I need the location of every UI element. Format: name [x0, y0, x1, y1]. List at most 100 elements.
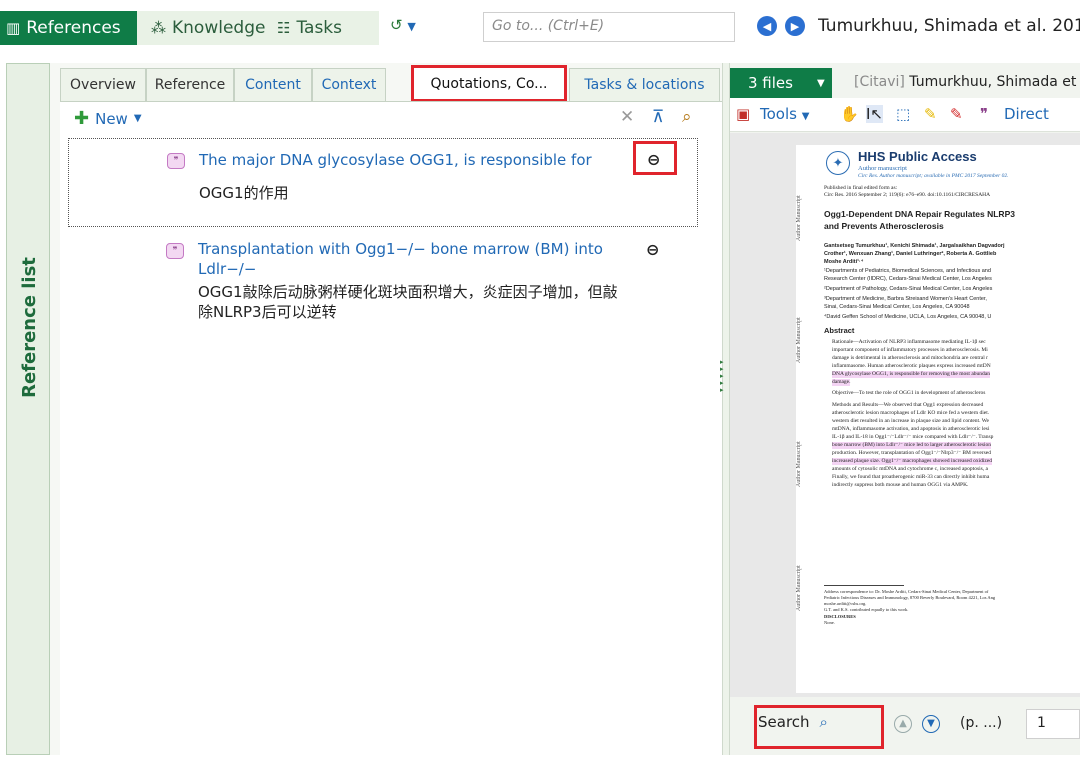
pdf-affiliation: Research Center (IIDRC), Cedars-Sinai Me… — [824, 276, 992, 282]
tools-label: Tools — [760, 105, 797, 123]
quotation-title-line1: Transplantation with Ogg1−/− bone marrow… — [198, 240, 603, 258]
pdf-title: Ogg1-Dependent DNA Repair Regulates NLRP… — [824, 209, 1015, 219]
pdf-affiliation: ³Department of Medicine, Barbra Streisan… — [824, 296, 987, 302]
pdf-text-line: Published in final edited form as: — [824, 185, 898, 191]
files-label: 3 files — [748, 74, 793, 92]
reference-list-label-wrap: Reference list — [9, 242, 49, 412]
tab-strip: Overview Reference Content Context Quota… — [60, 65, 722, 102]
tab-reference[interactable]: Reference — [146, 68, 234, 101]
page-number-input[interactable]: 1 — [1026, 709, 1080, 739]
tab-overview-label: Overview — [70, 77, 136, 93]
goto-placeholder: Go to... (Ctrl+E) — [492, 18, 605, 34]
new-button-label: New — [95, 109, 128, 128]
pdf-highlighted-line[interactable]: DNA glycosylase OGG1, is responsible for… — [832, 371, 990, 378]
pdf-abstract-line: Finally, we found that proatherogenic mi… — [832, 474, 990, 480]
select-text-icon[interactable]: I↖ — [866, 105, 883, 123]
pdf-highlighted-line[interactable]: increased plaque size. Ogg1⁻/⁻ macrophag… — [832, 458, 993, 465]
pdf-author-line: Gantsetseg Tumurkhuu¹, Kenichi Shimada¹,… — [824, 243, 1005, 249]
quotation-item[interactable]: ❞ The major DNA glycosylase OGG1, is res… — [68, 138, 698, 227]
search-icon[interactable]: ⌕ — [682, 107, 692, 127]
new-button[interactable]: ✚ New ▼ — [74, 108, 142, 129]
pdf-subheader: Circ Res. Author manuscript; available i… — [858, 173, 1009, 179]
panel-splitter[interactable]: ▸ ▸ ▸ ▸ ▸ — [720, 63, 730, 755]
books-icon: ▥ — [6, 19, 21, 37]
goto-input[interactable]: Go to... (Ctrl+E) — [483, 12, 735, 42]
highlighter-red-icon[interactable]: ✎ — [950, 105, 963, 123]
pdf-footnote: Pediatric Infectious Diseases and Immuno… — [824, 595, 996, 600]
pdf-footnote: DISCLOSURES — [824, 614, 856, 619]
current-reference-title: Tumurkhuu, Shimada et al. 2016 — [818, 16, 1080, 36]
tab-context-label: Context — [321, 77, 377, 93]
chevron-down-icon: ▼ — [407, 20, 416, 33]
pdf-footnote: moshe.arditi@cshs.org. — [824, 601, 867, 606]
quotation-title[interactable]: Transplantation with Ogg1−/− bone marrow… — [198, 239, 638, 279]
link-icon[interactable]: ⊖ — [646, 240, 659, 259]
pdf-abstract-line: production. However, transplantation of … — [832, 450, 991, 456]
tab-reference-label: Reference — [154, 77, 226, 93]
pdf-highlighted-line[interactable]: bone marrow (BM) into Ldlr⁻/⁻ mice led t… — [832, 442, 992, 449]
delete-icon[interactable]: ✕ — [620, 107, 634, 127]
pdf-highlighted-line[interactable]: damage. — [832, 379, 851, 386]
pdf-abstract-line: indirectly suppress both mouse and human… — [832, 482, 969, 488]
pdf-title: and Prevents Atherosclerosis — [824, 221, 944, 231]
hand-tool-icon[interactable]: ✋ — [840, 105, 859, 123]
nav-knowledge-label: Knowledge — [172, 18, 266, 38]
knowledge-network-icon: ⁂ — [151, 19, 166, 37]
reference-list-label: Reference list — [18, 256, 40, 398]
direct-quotation-button[interactable]: Direct — [1004, 105, 1049, 123]
nav-knowledge[interactable]: ⁂ Knowledge — [137, 11, 265, 45]
history-dropdown[interactable]: ↺ ▼ — [390, 16, 416, 34]
side-watermark: Author Manuscript — [796, 317, 802, 363]
tab-context[interactable]: Context — [312, 68, 386, 101]
nav-references[interactable]: ▥ References — [0, 11, 137, 45]
reference-editor-panel: Overview Reference Content Context Quota… — [50, 63, 722, 755]
pdf-abstract-line: IL-1β and IL-18 in Ogg1⁻/⁻Ldlr⁻/⁻ mice c… — [832, 434, 994, 440]
hhs-logo-icon: ✦ — [826, 151, 850, 175]
select-area-icon[interactable]: ⬚ — [896, 105, 910, 123]
preview-toolbar: ▣ Tools ▼ ✋ I↖ ⬚ ✎ ✎ ❞ Direct — [730, 98, 1080, 132]
tab-tasks-locations[interactable]: Tasks & locations — [569, 68, 720, 101]
preview-file-title: [Citavi] Tumurkhuu, Shimada et al. — [854, 74, 1080, 90]
chevron-down-icon: ▼ — [816, 77, 825, 89]
pdf-footnote: G.T. and K.S. contributed equally to thi… — [824, 607, 909, 612]
tools-button[interactable]: Tools ▼ — [760, 105, 809, 123]
preview-title: Tumurkhuu, Shimada et al. — [909, 74, 1080, 90]
quotation-note: OGG1敲除后动脉粥样硬化斑块面积增大，炎症因子增加，但敲 除NLRP3后可以逆… — [198, 282, 658, 322]
quotation-title[interactable]: The major DNA glycosylase OGG1, is respo… — [199, 150, 639, 170]
pdf-abstract-line: Methods and Results—We observed that Ogg… — [832, 402, 984, 408]
next-match-icon[interactable]: ▼ — [922, 715, 940, 733]
tab-quotations-label: Quotations, Co... — [430, 75, 548, 92]
reference-list-collapsed-panel[interactable]: Reference list ▸▸▸▸▸ — [6, 63, 59, 755]
nav-tasks[interactable]: ☷ Tasks — [265, 11, 379, 45]
plus-icon: ✚ — [74, 108, 90, 129]
preview-prefix: [Citavi] — [854, 74, 905, 90]
previous-match-icon[interactable]: ▲ — [894, 715, 912, 733]
tab-content-label: Content — [245, 77, 301, 93]
files-dropdown[interactable]: 3 files ▼ — [730, 68, 832, 98]
pdf-abstract-line: inflammasome. Human atherosclerotic plaq… — [832, 363, 991, 369]
nav-references-label: References — [26, 18, 121, 38]
forward-arrow-icon[interactable]: ▶ — [785, 16, 805, 36]
quotation-note-line2: 除NLRP3后可以逆转 — [198, 303, 337, 321]
highlighter-yellow-icon[interactable]: ✎ — [924, 105, 937, 123]
quotation-icon: ❞ — [167, 153, 185, 169]
pdf-abstract-line: amounts of cytosolic mtDNA and cytochrom… — [832, 466, 988, 472]
quotation-title-line2: Ldlr−/− — [198, 260, 257, 278]
page-reference: (p. ...) — [960, 715, 1003, 731]
quotation-item[interactable]: ❞ Transplantation with Ogg1−/− bone marr… — [68, 231, 698, 351]
resize-grip-icon[interactable]: ▸▸▸▸▸ — [720, 359, 724, 394]
tab-quotations[interactable]: Quotations, Co... — [411, 65, 567, 102]
pdf-abstract-line: damage is detrimental in atherosclerosis… — [832, 355, 988, 361]
pdf-footnote: None. — [824, 620, 835, 625]
pdf-affiliation: ²Department of Pathology, Cedars-Sinai M… — [824, 286, 993, 292]
pdf-header: HHS Public Access — [858, 149, 977, 164]
tab-content[interactable]: Content — [234, 68, 312, 101]
collapse-all-icon[interactable]: ⊼ — [652, 107, 664, 127]
quotation-note: OGG1的作用 — [199, 184, 289, 202]
tab-overview[interactable]: Overview — [60, 68, 146, 101]
quotation-icon[interactable]: ❞ — [980, 105, 988, 123]
tab-tasks-locations-label: Tasks & locations — [584, 77, 705, 93]
back-arrow-icon[interactable]: ◀ — [757, 16, 777, 36]
pdf-viewer[interactable]: Author Manuscript Author Manuscript Auth… — [730, 133, 1080, 697]
tasks-checklist-icon: ☷ — [277, 19, 291, 37]
